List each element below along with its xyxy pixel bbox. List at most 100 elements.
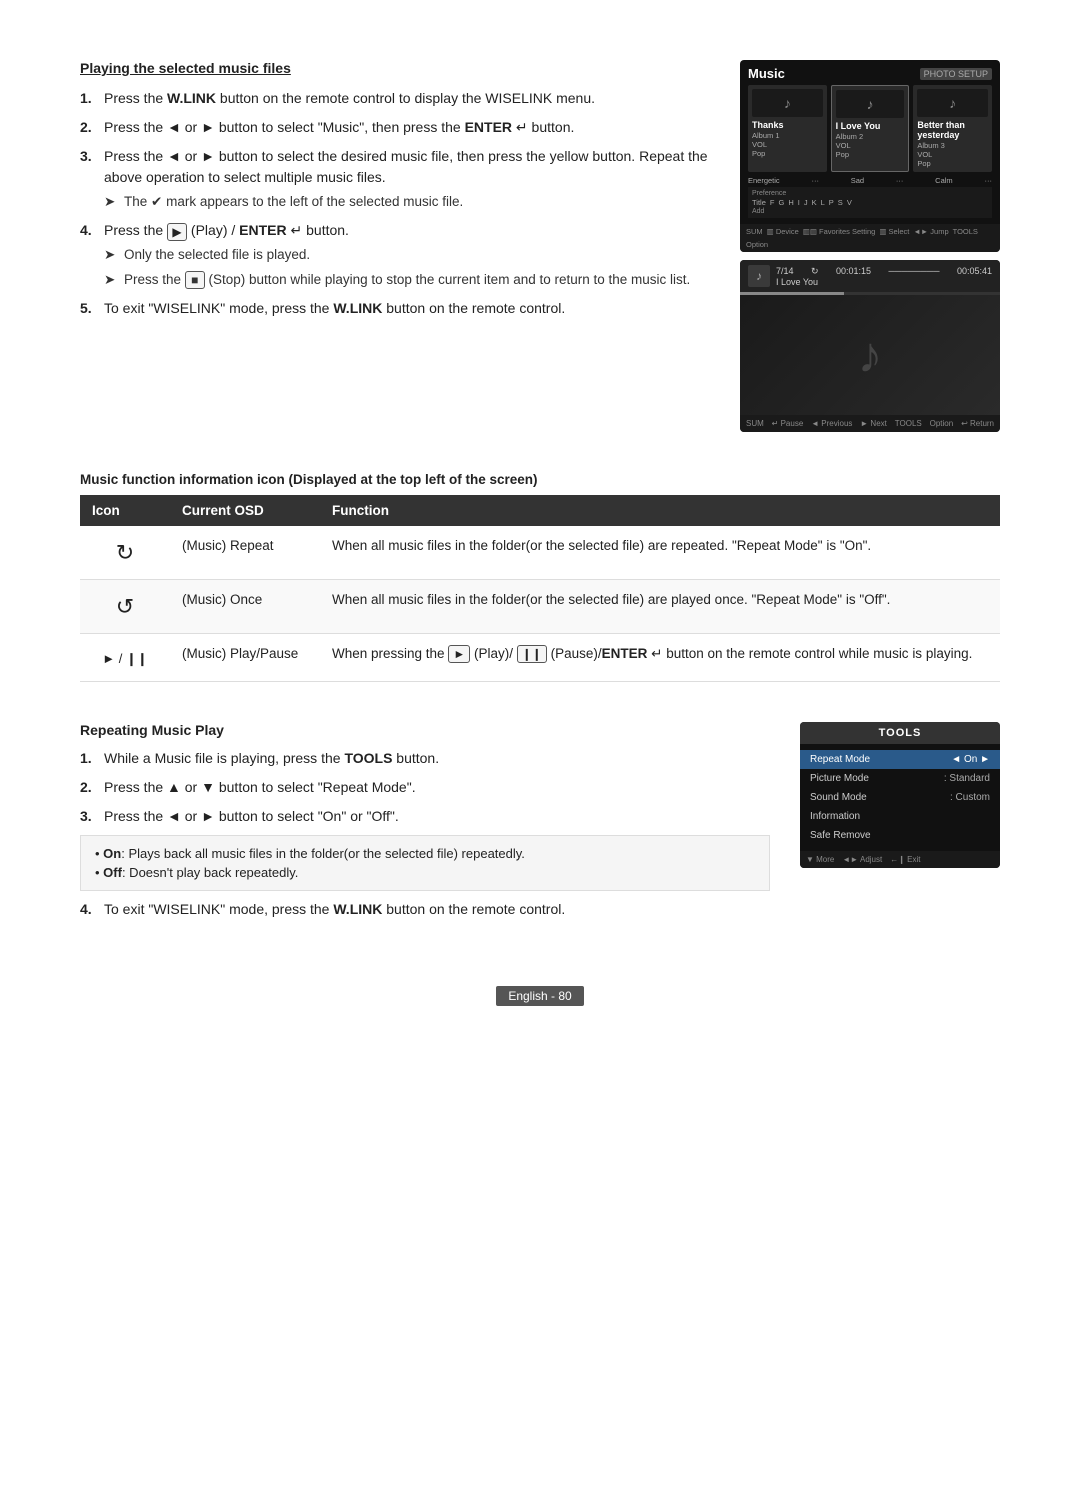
track-3-icon: ♪ bbox=[917, 89, 988, 117]
function-cell-1: When all music files in the folder(or th… bbox=[320, 526, 1000, 580]
page-number: English - 80 bbox=[496, 986, 583, 1006]
step-2: 2. Press the ◄ or ► button to select "Mu… bbox=[80, 117, 710, 138]
emotion-2: Sad bbox=[851, 176, 864, 185]
osd-cell-2: (Music) Once bbox=[170, 580, 320, 634]
bottom-bar-text: SUM bbox=[746, 227, 763, 236]
step-5-content: To exit "WISELINK" mode, press the W.LIN… bbox=[104, 298, 710, 319]
now-playing-total: 00:05:41 bbox=[957, 266, 992, 276]
track-3: ♪ Better thanyesterday Album 3VOLPop bbox=[913, 85, 992, 172]
repeating-steps: 1. While a Music file is playing, press … bbox=[80, 748, 770, 827]
rep-step-2-num: 2. bbox=[80, 777, 96, 798]
music-list-screen: Music PHOTO SETUP ♪ Thanks Album 1VOLPop… bbox=[740, 60, 1000, 252]
osd-cell-3: (Music) Play/Pause bbox=[170, 634, 320, 682]
track-3-info: Album 3VOLPop bbox=[917, 141, 988, 168]
music-screens: Music PHOTO SETUP ♪ Thanks Album 1VOLPop… bbox=[740, 60, 1000, 432]
step-3-num: 3. bbox=[80, 146, 96, 212]
bottom-device: ▥ Device bbox=[767, 227, 799, 236]
track-2-icon: ♪ bbox=[836, 90, 905, 118]
now-playing-header: ♪ 7/14 ↻ 00:01:15 ──────── 00:05:41 I Lo… bbox=[740, 260, 1000, 292]
filter-title-item: Title bbox=[752, 198, 766, 207]
filter-p: P bbox=[829, 198, 834, 207]
icon-cell-1: ↻ bbox=[80, 526, 170, 580]
icon-cell-3: ► / ❙❙ bbox=[80, 634, 170, 682]
rep-step-2-text: Press the ▲ or ▼ button to select "Repea… bbox=[104, 777, 770, 798]
emotion-3: Calm bbox=[935, 176, 953, 185]
ctrl-prev: ◄ Previous bbox=[811, 419, 852, 428]
step-3: 3. Press the ◄ or ► button to select the… bbox=[80, 146, 710, 212]
repeat-bullet-box: • On: Plays back all music files in the … bbox=[80, 835, 770, 891]
music-badge: PHOTO SETUP bbox=[920, 68, 992, 80]
step-5-num: 5. bbox=[80, 298, 96, 319]
track-2-info: Album 2VOLPop bbox=[836, 132, 905, 159]
rep-step-1: 1. While a Music file is playing, press … bbox=[80, 748, 770, 769]
filter-v: V bbox=[847, 198, 852, 207]
tools-item-info: Information bbox=[800, 807, 1000, 826]
ctrl-option: Option bbox=[930, 419, 954, 428]
playing-text: Playing the selected music files 1. Pres… bbox=[80, 60, 710, 432]
osd-cell-1: (Music) Repeat bbox=[170, 526, 320, 580]
tools-screen-container: TOOLS Repeat Mode ◄ On ► Picture Mode : … bbox=[800, 722, 1000, 928]
filter-h: H bbox=[788, 198, 793, 207]
playing-title: Playing the selected music files bbox=[80, 60, 710, 76]
filter-title: Preference bbox=[752, 190, 988, 197]
subnote-1-text: Only the selected file is played. bbox=[124, 245, 310, 265]
function-cell-3: When pressing the ► (Play)/ ❙❙ (Pause)/E… bbox=[320, 634, 1000, 682]
table-row-1: ↻ (Music) Repeat When all music files in… bbox=[80, 526, 1000, 580]
inline-pause-key: ❙❙ bbox=[517, 645, 547, 663]
track-1-info: Album 1VOLPop bbox=[752, 131, 823, 158]
repeating-step4-list: 4. To exit "WISELINK" mode, press the W.… bbox=[80, 899, 770, 920]
tools-screen: TOOLS Repeat Mode ◄ On ► Picture Mode : … bbox=[800, 722, 1000, 868]
rep-step-4-text: To exit "WISELINK" mode, press the W.LIN… bbox=[104, 899, 770, 920]
function-cell-2: When all music files in the folder(or th… bbox=[320, 580, 1000, 634]
music-emotion-row: Energetic ··· Sad ··· Calm ··· bbox=[748, 176, 992, 185]
step-3-content: Press the ◄ or ► button to select the de… bbox=[104, 146, 710, 212]
track-1: ♪ Thanks Album 1VOLPop bbox=[748, 85, 827, 172]
tools-item-repeat: Repeat Mode ◄ On ► bbox=[800, 750, 1000, 769]
step-4-content: Press the ▶ (Play) / ENTER ↵ button. ➤ O… bbox=[104, 220, 710, 290]
function-table: Icon Current OSD Function ↻ (Music) Repe… bbox=[80, 495, 1000, 682]
playing-steps: 1. Press the W.LINK button on the remote… bbox=[80, 88, 710, 319]
tools-label-info: Information bbox=[810, 811, 860, 822]
bottom-option: Option bbox=[746, 240, 768, 249]
tools-value-sound: : Custom bbox=[950, 792, 990, 803]
filter-l: L bbox=[821, 198, 825, 207]
step-5: 5. To exit "WISELINK" mode, press the W.… bbox=[80, 298, 710, 319]
rep-step-1-text: While a Music file is playing, press the… bbox=[104, 748, 770, 769]
music-bottom-bar: SUM ▥ Device ▥▥ Favorites Setting ▥ Sele… bbox=[740, 224, 1000, 252]
bottom-fav: ▥▥ Favorites Setting bbox=[803, 227, 876, 236]
step-4-num: 4. bbox=[80, 220, 96, 290]
tools-item-remove: Safe Remove bbox=[800, 826, 1000, 845]
music-title-bar: Music PHOTO SETUP bbox=[748, 66, 992, 81]
rep-step-3: 3. Press the ◄ or ► button to select "On… bbox=[80, 806, 770, 827]
section-repeating: Repeating Music Play 1. While a Music fi… bbox=[80, 722, 1000, 928]
rep-step-1-num: 1. bbox=[80, 748, 96, 769]
filter-items: Title F G H I J K L P S V bbox=[752, 198, 988, 207]
step-2-content: Press the ◄ or ► button to select "Music… bbox=[104, 117, 710, 138]
inline-play-key: ► bbox=[448, 645, 470, 663]
now-playing-info: 7/14 ↻ 00:01:15 ──────── 00:05:41 I Love… bbox=[776, 266, 992, 287]
now-playing-top-row: 7/14 ↻ 00:01:15 ──────── 00:05:41 bbox=[776, 266, 992, 277]
tools-value-repeat: ◄ On ► bbox=[951, 754, 990, 765]
rep-step-3-text: Press the ◄ or ► button to select "On" o… bbox=[104, 806, 770, 827]
arrow-icon: ➤ bbox=[104, 192, 118, 212]
emotion-dots-1: ··· bbox=[811, 176, 819, 185]
rep-step-4-num: 4. bbox=[80, 899, 96, 920]
music-screen-header: Music PHOTO SETUP ♪ Thanks Album 1VOLPop… bbox=[740, 60, 1000, 224]
track-2: ♪ I Love You Album 2VOLPop bbox=[831, 85, 910, 172]
step-1: 1. Press the W.LINK button on the remote… bbox=[80, 88, 710, 109]
tools-more: ▼ More bbox=[806, 855, 834, 864]
filter-g: G bbox=[778, 198, 784, 207]
tools-item-picture: Picture Mode : Standard bbox=[800, 769, 1000, 788]
track-2-name: I Love You bbox=[836, 121, 905, 131]
bottom-select: ▥ Select bbox=[879, 227, 909, 236]
filter-k: K bbox=[812, 198, 817, 207]
filter-j: J bbox=[804, 198, 808, 207]
tools-bottom-bar: ▼ More ◄► Adjust ←❙ Exit bbox=[800, 851, 1000, 868]
arrow-icon-3: ➤ bbox=[104, 270, 118, 290]
tools-title: TOOLS bbox=[800, 722, 1000, 744]
tools-label-sound: Sound Mode bbox=[810, 792, 867, 803]
bottom-tools: TOOLS bbox=[953, 227, 978, 236]
rep-step-3-num: 3. bbox=[80, 806, 96, 827]
table-row-3: ► / ❙❙ (Music) Play/Pause When pressing … bbox=[80, 634, 1000, 682]
filter-f: F bbox=[770, 198, 775, 207]
